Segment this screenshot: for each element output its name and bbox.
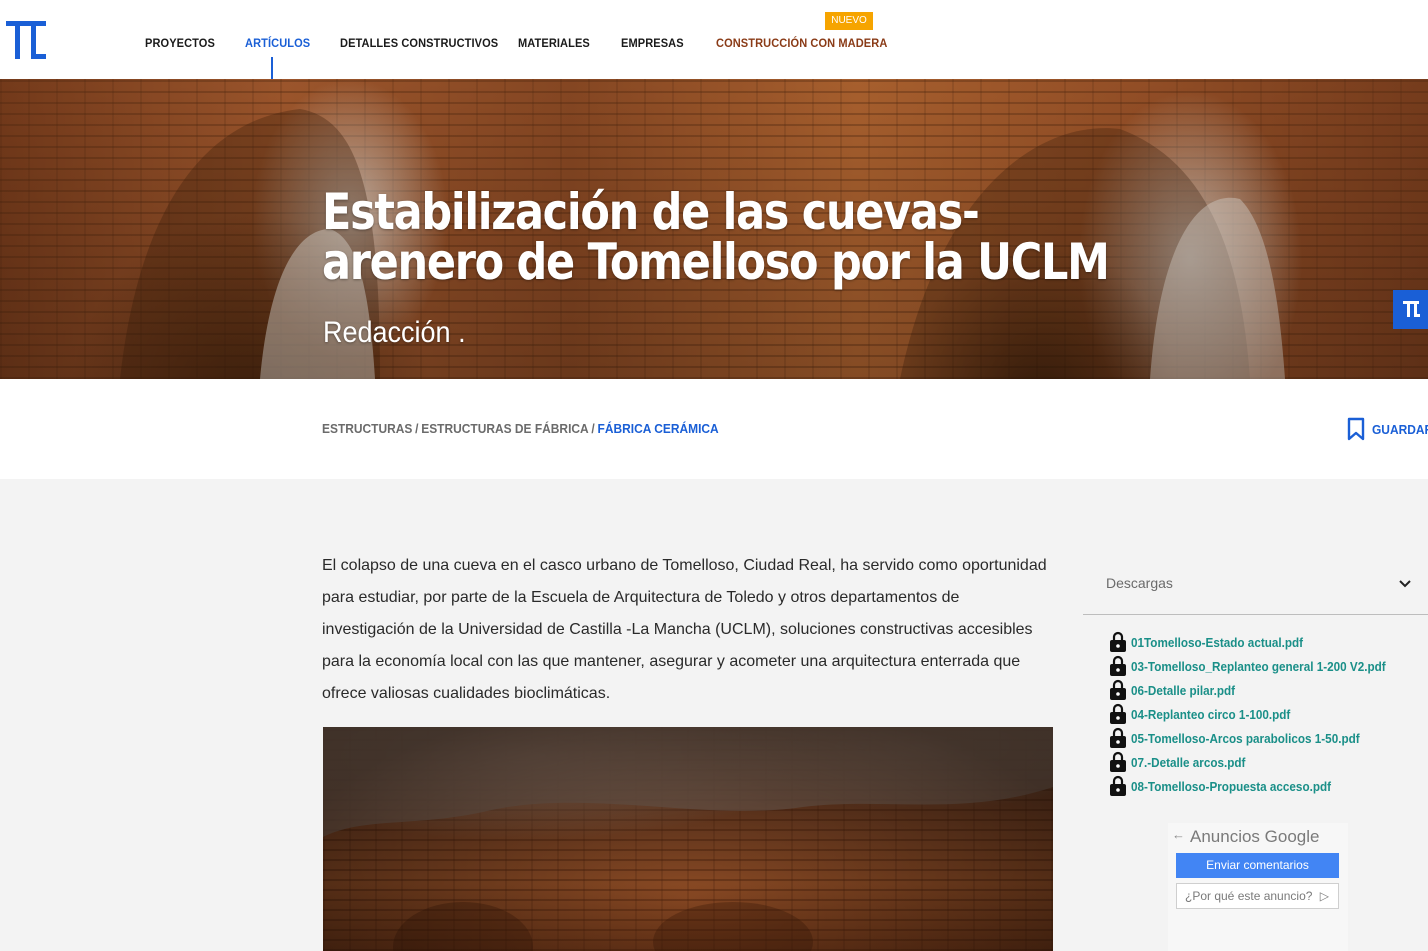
why-this-ad-label: ¿Por qué este anuncio?: [1185, 889, 1313, 903]
chevron-down-icon: [1399, 580, 1411, 588]
lock-icon: [1110, 655, 1126, 676]
download-item[interactable]: 01Tomelloso-Estado actual.pdf: [1108, 631, 1322, 653]
download-item[interactable]: 05-Tomelloso-Arcos parabolicos 1-50.pdf: [1108, 727, 1385, 749]
download-item[interactable]: 08-Tomelloso-Propuesta acceso.pdf: [1108, 775, 1353, 797]
download-file-name[interactable]: 03-Tomelloso_Replanteo general 1-200 V2.…: [1131, 659, 1386, 674]
download-item[interactable]: 04-Replanteo circo 1-100.pdf: [1108, 703, 1308, 725]
image-vignette: [323, 727, 1053, 951]
hero-banner: Estabilización de las cuevas-arenero de …: [0, 79, 1428, 379]
downloads-toggle[interactable]: Descargas: [1083, 560, 1428, 615]
download-file-name[interactable]: 07.-Detalle arcos.pdf: [1131, 755, 1245, 770]
article-intro: El colapso de una cueva en el casco urba…: [322, 557, 1047, 702]
download-item[interactable]: 03-Tomelloso_Replanteo general 1-200 V2.…: [1108, 655, 1414, 677]
download-file-name[interactable]: 01Tomelloso-Estado actual.pdf: [1131, 635, 1303, 650]
download-file-name[interactable]: 05-Tomelloso-Arcos parabolicos 1-50.pdf: [1131, 731, 1360, 746]
breadcrumb-bar: ESTRUCTURAS / ESTRUCTURAS DE FÁBRICA / FÁBRI…: [0, 379, 1428, 479]
nav-item-empresas[interactable]: EMPRESAS: [621, 36, 684, 50]
lock-icon: [1110, 679, 1126, 700]
ad-choices-icon: ▷: [1319, 889, 1329, 903]
nav-item-proyectos[interactable]: PROYECTOS: [145, 36, 215, 50]
nav-item-articulos[interactable]: ARTÍCULOS: [245, 36, 310, 50]
breadcrumb-item-estructuras-de-fabrica[interactable]: ESTRUCTURAS DE FÁBRICA: [421, 421, 588, 436]
nav-item-detalles-constructivos[interactable]: DETALLES CONSTRUCTIVOS: [340, 36, 498, 50]
site-logo-icon: [1403, 301, 1420, 317]
save-label: GUARDAR: [1372, 421, 1428, 437]
site-logo-icon[interactable]: [6, 21, 46, 59]
download-item[interactable]: 07.-Detalle arcos.pdf: [1108, 751, 1258, 773]
google-ad-box: ← Anuncios Google Enviar comentarios ¿Po…: [1168, 823, 1348, 951]
downloads-title: Descargas: [1106, 575, 1173, 591]
save-button[interactable]: GUARDAR: [1346, 417, 1428, 441]
new-badge: NUEVO: [825, 12, 873, 30]
nav-item-materiales[interactable]: MATERIALES: [518, 36, 590, 50]
article-author[interactable]: Redacción .: [323, 316, 466, 350]
why-this-ad-button[interactable]: ¿Por qué este anuncio? ▷: [1176, 883, 1339, 909]
nav-item-construccion-con-madera[interactable]: CONSTRUCCIÓN CON MADERA: [716, 36, 887, 50]
ad-title: Anuncios Google: [1190, 827, 1320, 846]
lock-icon: [1110, 703, 1126, 724]
breadcrumb-separator: /: [591, 421, 595, 436]
article-image-cave[interactable]: [323, 727, 1053, 951]
breadcrumb-item-fabrica-ceramica[interactable]: FÁBRICA CERÁMICA: [598, 421, 719, 436]
article-title: Estabilización de las cuevas-arenero de …: [322, 183, 1110, 291]
back-arrow-icon[interactable]: ←: [1172, 827, 1186, 842]
download-file-name[interactable]: 06-Detalle pilar.pdf: [1131, 683, 1235, 698]
download-item[interactable]: 06-Detalle pilar.pdf: [1108, 679, 1247, 701]
lock-icon: [1110, 727, 1126, 748]
lock-icon: [1110, 775, 1126, 796]
lock-icon: [1110, 631, 1126, 652]
side-tab-button[interactable]: [1393, 290, 1428, 329]
download-file-name[interactable]: 08-Tomelloso-Propuesta acceso.pdf: [1131, 779, 1331, 794]
download-file-name[interactable]: 04-Replanteo circo 1-100.pdf: [1131, 707, 1290, 722]
bookmark-icon: [1347, 417, 1365, 441]
breadcrumb-item-estructuras[interactable]: ESTRUCTURAS: [322, 421, 412, 436]
site-header: PROYECTOS ARTÍCULOS DETALLES CONSTRUCTIV…: [0, 0, 1428, 79]
lock-icon: [1110, 751, 1126, 772]
breadcrumb: ESTRUCTURAS / ESTRUCTURAS DE FÁBRICA / FÁBRI…: [322, 421, 719, 436]
breadcrumb-separator: /: [415, 421, 419, 436]
send-feedback-button[interactable]: Enviar comentarios: [1176, 853, 1339, 878]
active-nav-indicator: [271, 57, 273, 79]
